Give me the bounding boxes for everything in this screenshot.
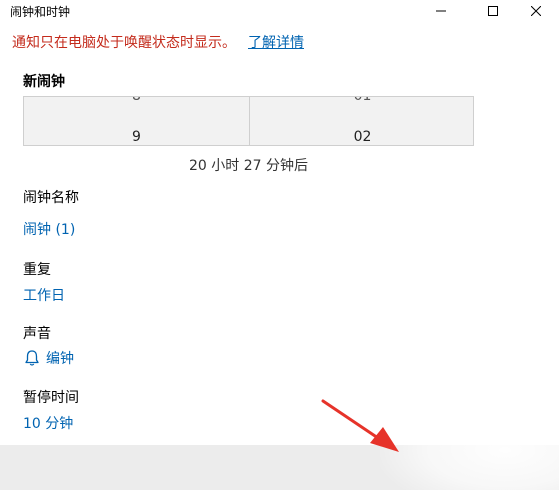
annotation-arrow-icon bbox=[321, 399, 399, 452]
